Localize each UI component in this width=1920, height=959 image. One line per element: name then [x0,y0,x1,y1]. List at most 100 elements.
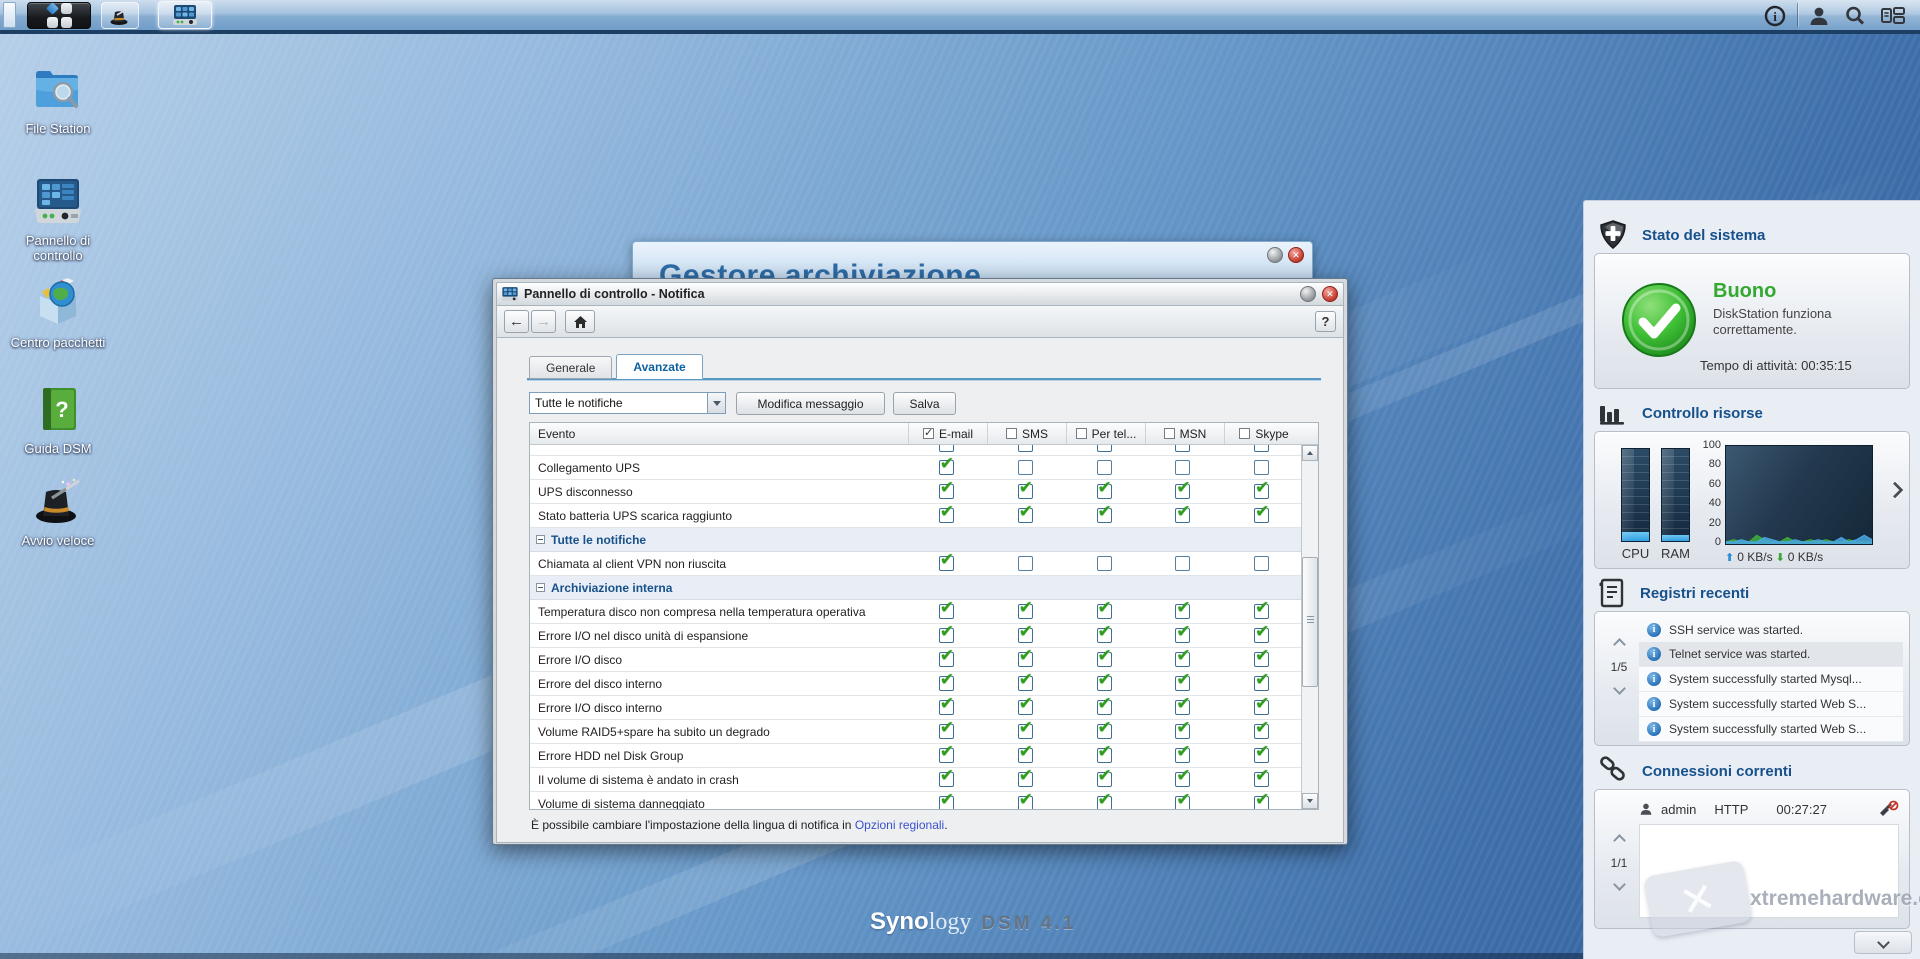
collapse-group-icon[interactable] [536,583,545,592]
checked-checkbox[interactable] [1097,604,1112,619]
unchecked-checkbox[interactable] [1254,460,1269,475]
checked-checkbox[interactable] [1175,484,1190,499]
group-row[interactable]: Archiviazione interna [530,576,1301,600]
unchecked-checkbox[interactable] [1097,460,1112,475]
checked-checkbox[interactable] [1254,724,1269,739]
panel-collapse-button[interactable] [1854,931,1912,954]
column-header-phone[interactable]: Per tel... [1066,423,1145,444]
connection-row[interactable]: admin HTTP 00:27:27 [1639,798,1899,820]
checked-checkbox[interactable] [939,748,954,763]
checked-checkbox[interactable] [939,700,954,715]
column-header-skype[interactable]: Skype [1224,423,1303,444]
regional-options-link[interactable]: Opzioni regionali [855,818,944,832]
checked-checkbox[interactable] [1175,676,1190,691]
checked-checkbox[interactable] [1097,676,1112,691]
group-row[interactable]: Tutte le notifiche [530,528,1301,552]
scroll-up-button[interactable] [1302,445,1318,461]
checked-checkbox[interactable] [1018,676,1033,691]
page-down-chevron[interactable] [1613,682,1626,695]
checked-checkbox[interactable] [939,460,954,475]
unchecked-checkbox[interactable] [1175,556,1190,571]
control-panel-taskbar-button[interactable] [158,1,212,29]
checked-checkbox[interactable] [1254,676,1269,691]
desktop-icon-dsm-help[interactable]: ? Guida DSM [2,386,114,456]
close-icon[interactable]: ✕ [1288,247,1304,263]
help-button[interactable]: ? [1315,311,1336,332]
log-entry[interactable]: iSSH service was started. [1639,617,1903,642]
checked-checkbox[interactable] [939,508,954,523]
checked-checkbox[interactable] [1175,796,1190,809]
checked-checkbox[interactable] [1175,445,1190,452]
checked-checkbox[interactable] [1018,724,1033,739]
desktop-icon-package-center[interactable]: Centro pacchetti [2,278,114,350]
checked-checkbox[interactable] [1097,652,1112,667]
page-up-chevron[interactable] [1613,638,1626,651]
checked-checkbox[interactable] [1018,484,1033,499]
checked-checkbox[interactable] [1175,772,1190,787]
desktop-icon-file-station[interactable]: File Station [2,66,114,136]
checked-checkbox[interactable] [1097,748,1112,763]
user-icon[interactable] [1806,4,1832,28]
checked-checkbox[interactable] [1018,772,1033,787]
checked-checkbox[interactable] [1018,700,1033,715]
scrollbar-thumb[interactable] [1302,557,1318,687]
checked-checkbox[interactable] [1018,445,1033,452]
checked-checkbox[interactable] [1254,700,1269,715]
disconnect-icon[interactable] [1879,800,1899,819]
log-entry[interactable]: iSystem successfully started Web S... [1639,717,1903,742]
checked-checkbox[interactable] [939,484,954,499]
unchecked-checkbox[interactable] [1175,460,1190,475]
checked-checkbox[interactable] [939,676,954,691]
checked-checkbox[interactable] [1175,700,1190,715]
checked-checkbox[interactable] [939,772,954,787]
page-down-chevron[interactable] [1613,878,1626,891]
column-header-email[interactable]: E-mail [908,423,987,444]
pilot-view-icon[interactable] [1880,4,1906,28]
column-header-msn[interactable]: MSN [1145,423,1224,444]
checked-checkbox[interactable] [1018,748,1033,763]
info-icon[interactable]: i [1762,4,1788,28]
minimize-button[interactable] [1267,247,1283,263]
forward-button[interactable]: → [531,310,556,333]
log-entry[interactable]: iSystem successfully started Web S... [1639,692,1903,717]
search-icon[interactable] [1842,4,1868,28]
tab-avanzate[interactable]: Avanzate [616,354,702,379]
checked-checkbox[interactable] [1175,652,1190,667]
checked-checkbox[interactable] [939,445,954,452]
checked-checkbox[interactable] [1097,508,1112,523]
checked-checkbox[interactable] [1175,604,1190,619]
checked-checkbox[interactable] [939,604,954,619]
checked-checkbox[interactable] [1097,700,1112,715]
checked-checkbox[interactable] [1097,772,1112,787]
unchecked-checkbox[interactable] [1018,556,1033,571]
checked-checkbox[interactable] [1018,604,1033,619]
checked-checkbox[interactable] [939,796,954,809]
checked-checkbox[interactable] [1254,652,1269,667]
email-header-checkbox[interactable] [923,428,934,439]
unchecked-checkbox[interactable] [1254,556,1269,571]
show-desktop-button[interactable] [3,2,16,28]
checked-checkbox[interactable] [1254,772,1269,787]
collapse-group-icon[interactable] [536,535,545,544]
checked-checkbox[interactable] [939,652,954,667]
checked-checkbox[interactable] [1254,484,1269,499]
checked-checkbox[interactable] [1254,748,1269,763]
msn-header-checkbox[interactable] [1164,428,1175,439]
checked-checkbox[interactable] [1018,796,1033,809]
checked-checkbox[interactable] [1254,445,1269,452]
desktop-icon-quick-launch[interactable]: Avvio veloce [2,476,114,548]
checked-checkbox[interactable] [1097,445,1112,452]
log-entry[interactable]: iSystem successfully started Mysql... [1639,667,1903,692]
notification-filter-select[interactable]: Tutte le notifiche [529,392,726,414]
checked-checkbox[interactable] [1018,652,1033,667]
checked-checkbox[interactable] [1097,796,1112,809]
checked-checkbox[interactable] [1175,508,1190,523]
dialog-titlebar[interactable]: Pannello di controllo - Notifica ✕ [496,282,1344,306]
checked-checkbox[interactable] [1254,796,1269,809]
checked-checkbox[interactable] [939,556,954,571]
checked-checkbox[interactable] [1018,508,1033,523]
quick-launch-taskbar-button[interactable] [101,2,139,29]
table-scrollbar[interactable] [1301,445,1318,809]
checked-checkbox[interactable] [939,724,954,739]
sms-header-checkbox[interactable] [1006,428,1017,439]
